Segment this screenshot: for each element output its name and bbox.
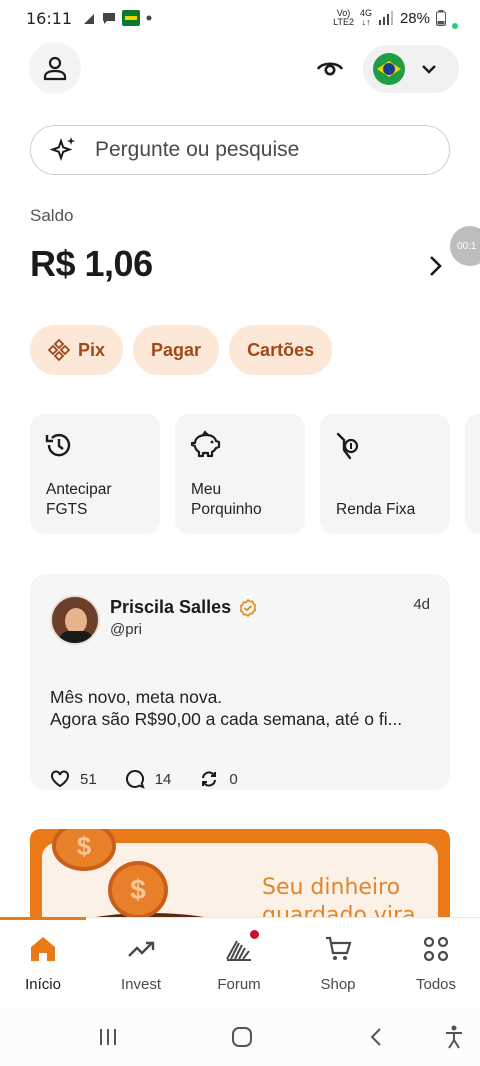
search-placeholder: Pergunte ou pesquise — [95, 138, 300, 161]
recording-timer-bubble[interactable]: 00:1 — [450, 226, 480, 266]
eye-icon — [316, 62, 344, 76]
piggy-bank-icon — [190, 430, 221, 458]
post-text: Mês novo, meta nova. Agora são R$90,00 a… — [50, 687, 403, 729]
trend-up-icon — [128, 941, 155, 957]
profile-button[interactable] — [29, 42, 81, 94]
feed-post-card[interactable]: Priscila Salles @pri 4d Mês novo, meta n… — [30, 574, 450, 790]
volte-indicator: Vo) LTE2 — [333, 8, 354, 27]
cart-icon — [326, 936, 352, 960]
status-right: Vo) LTE2 4G ↓↑ 28% — [333, 7, 458, 29]
app-notification-icon — [122, 10, 141, 26]
shortcut-label: Meu Porquinho — [191, 481, 262, 518]
cell-signal-icon — [378, 11, 393, 25]
promo-text: Seu dinheiro guardado vira — [262, 875, 416, 919]
chevron-right-icon — [430, 256, 442, 276]
brazil-flag-icon — [373, 53, 405, 85]
bottom-tab-bar: Início Invest Forum Shop Todos — [0, 917, 480, 1007]
pix-button[interactable]: Pix — [30, 325, 124, 375]
post-handle: @pri — [110, 621, 142, 638]
tab-invest[interactable]: Invest — [98, 934, 184, 993]
back-icon — [370, 1028, 381, 1046]
active-tab-indicator — [0, 917, 86, 920]
message-icon — [103, 12, 116, 24]
shortcut-label: Renda Fixa — [336, 501, 416, 518]
shortcut-renda-fixa[interactable]: Renda Fixa — [320, 414, 450, 534]
notification-icons — [82, 10, 152, 26]
quick-actions: Pix Pagar Cartões — [30, 325, 333, 375]
forum-icon — [226, 940, 251, 961]
notification-dot — [250, 930, 259, 939]
pagar-button[interactable]: Pagar — [133, 325, 220, 375]
signal-bars-icon — [84, 14, 95, 24]
tab-inicio[interactable]: Início — [0, 934, 86, 993]
comment-count: 14 — [154, 770, 172, 788]
status-time: 16:11 — [26, 8, 73, 28]
accessibility-icon — [446, 1025, 462, 1049]
like-button[interactable]: 51 — [50, 770, 97, 788]
recent-apps-icon — [100, 1029, 116, 1045]
privacy-indicator-dot — [452, 23, 458, 29]
pagar-label: Pagar — [151, 339, 202, 360]
shortcut-antecipar-fgts[interactable]: Antecipar FGTS — [30, 414, 160, 534]
search-input[interactable]: Pergunte ou pesquise — [30, 125, 450, 175]
recent-apps-button[interactable] — [90, 1023, 126, 1051]
like-count: 51 — [80, 770, 97, 788]
home-icon — [31, 937, 55, 961]
repost-button[interactable]: 0 — [199, 769, 238, 789]
comment-button[interactable]: 14 — [125, 769, 172, 789]
cartoes-button[interactable]: Cartões — [229, 325, 333, 375]
grid-icon — [423, 936, 449, 962]
country-selector[interactable] — [363, 45, 459, 93]
hand-coin-icon — [336, 432, 359, 460]
history-icon — [45, 433, 71, 457]
home-circle-icon — [232, 1027, 252, 1047]
post-time: 4d — [413, 596, 430, 613]
post-author[interactable]: Priscila Salles — [110, 597, 257, 618]
shortcut-card-partial[interactable] — [465, 414, 480, 534]
tab-shop[interactable]: Shop — [295, 934, 381, 993]
tab-label: Início — [25, 976, 61, 993]
balance-value: R$ 1,06 — [30, 243, 153, 284]
tab-todos[interactable]: Todos — [393, 934, 479, 993]
toggle-balance-visibility-button[interactable] — [305, 45, 355, 91]
tab-label: Shop — [320, 976, 356, 993]
status-bar: 16:11 Vo) LTE2 4G ↓↑ 28% — [0, 0, 480, 36]
system-navigation-bar — [0, 1007, 480, 1066]
heart-icon — [51, 770, 69, 788]
tab-label: Todos — [415, 976, 457, 993]
pix-icon — [48, 339, 70, 361]
cartoes-label: Cartões — [247, 339, 315, 360]
sparkles-icon — [49, 137, 75, 161]
shortcut-label: Antecipar FGTS — [46, 481, 112, 518]
repost-icon — [202, 771, 217, 787]
more-dot-icon — [146, 15, 152, 21]
chevron-down-icon — [422, 65, 436, 74]
balance-label: Saldo — [30, 206, 74, 225]
coin-icon: $ — [108, 861, 168, 919]
battery-percent: 28% — [399, 9, 430, 27]
user-icon — [43, 56, 67, 81]
tab-label: Invest — [120, 976, 162, 993]
promo-banner[interactable]: Seu dinheiro guardado vira $ $ — [30, 829, 450, 919]
avatar[interactable] — [50, 595, 100, 645]
back-button[interactable] — [358, 1023, 394, 1051]
shortcut-cards: Antecipar FGTS Meu Porquinho Renda Fixa — [30, 414, 480, 534]
balance-details-button[interactable] — [420, 250, 450, 282]
pix-label: Pix — [78, 339, 106, 360]
verified-badge-icon — [239, 598, 257, 617]
shortcut-meu-porquinho[interactable]: Meu Porquinho — [175, 414, 305, 534]
battery-icon — [436, 10, 446, 26]
network-type: 4G ↓↑ — [359, 8, 372, 27]
repost-count: 0 — [229, 770, 238, 788]
home-button[interactable] — [224, 1023, 260, 1051]
post-actions: 51 14 0 — [50, 769, 238, 789]
accessibility-button[interactable] — [436, 1023, 472, 1051]
comment-icon — [125, 769, 145, 789]
tab-forum[interactable]: Forum — [196, 930, 282, 993]
tab-label: Forum — [217, 976, 261, 993]
